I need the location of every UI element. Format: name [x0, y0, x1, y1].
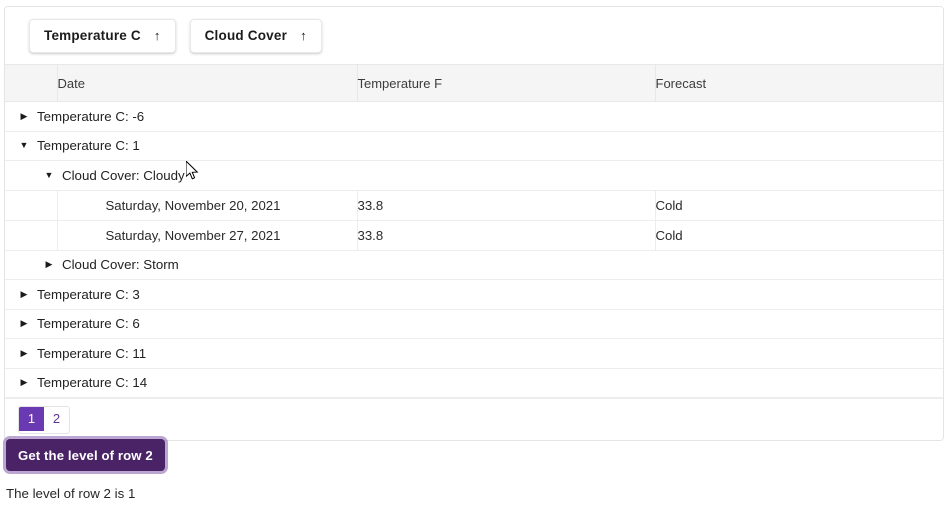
- group-cell: ▶ Temperature C: 3: [5, 279, 943, 310]
- column-header-forecast: Forecast: [655, 64, 943, 102]
- group-cell: ▶ Temperature C: 6: [5, 309, 943, 339]
- triangle-right-icon[interactable]: ▶: [13, 319, 35, 328]
- table-row[interactable]: Saturday, November 20, 2021 33.8 Cold: [5, 190, 943, 221]
- group-cell: ▶ Cloud Cover: Storm: [5, 250, 943, 280]
- arrow-up-icon: ↑: [153, 28, 161, 43]
- group-label: Cloud Cover: Storm: [62, 257, 179, 273]
- cell-temperature-f: 33.8: [357, 190, 656, 221]
- group-label: Cloud Cover: Cloudy: [62, 167, 185, 183]
- group-cell: ▼ Temperature C: 1: [5, 131, 943, 161]
- triangle-right-icon[interactable]: ▶: [38, 260, 60, 269]
- row-expander-cell: [5, 220, 58, 251]
- header-row: Date Temperature F Forecast: [5, 64, 943, 102]
- group-label: Temperature C: 14: [37, 375, 148, 391]
- grid-header: Date Temperature F Forecast: [5, 64, 943, 102]
- sort-button-label: Cloud Cover: [204, 28, 288, 43]
- cell-date: Saturday, November 27, 2021: [57, 220, 358, 251]
- group-row[interactable]: ▶ Temperature C: 11: [5, 338, 943, 369]
- row-expander-cell: [5, 190, 58, 221]
- triangle-right-icon[interactable]: ▶: [13, 289, 35, 299]
- sort-toolbar: Temperature C ↑ Cloud Cover ↑: [5, 7, 943, 64]
- get-level-of-row-2-button[interactable]: Get the level of row 2: [6, 439, 165, 471]
- group-cell: ▶ Temperature C: 11: [5, 338, 943, 369]
- group-label: Temperature C: 6: [37, 316, 140, 332]
- page-button-1[interactable]: 1: [19, 406, 44, 431]
- group-label: Temperature C: 1: [37, 138, 140, 154]
- triangle-right-icon[interactable]: ▶: [13, 111, 35, 121]
- table-row[interactable]: Saturday, November 27, 2021 33.8 Cold: [5, 220, 943, 251]
- weather-grid: Date Temperature F Forecast ▶ Temperatur…: [5, 64, 943, 398]
- row-level-status-text: The level of row 2 is 1: [6, 486, 136, 501]
- column-header-date: Date: [57, 64, 358, 102]
- cell-date: Saturday, November 20, 2021: [57, 190, 358, 221]
- sort-button-label: Temperature C: [44, 28, 141, 43]
- triangle-down-icon[interactable]: ▼: [13, 141, 35, 150]
- cell-temperature-f: 33.8: [357, 220, 656, 251]
- group-cell: ▶ Temperature C: -6: [5, 101, 943, 132]
- paginator: 1 2: [5, 398, 943, 440]
- group-row[interactable]: ▼ Temperature C: 1: [5, 131, 943, 161]
- grid-body: ▶ Temperature C: -6 ▼ Temperature C: 1 ▼: [5, 101, 943, 398]
- group-row[interactable]: ▶ Temperature C: 3: [5, 279, 943, 310]
- triangle-right-icon[interactable]: ▶: [13, 378, 35, 387]
- sort-button-cloud-cover[interactable]: Cloud Cover ↑: [189, 18, 322, 53]
- cell-date-text: Saturday, November 20, 2021: [105, 197, 281, 213]
- group-label: Temperature C: 3: [37, 286, 140, 302]
- page-button-2[interactable]: 2: [44, 406, 69, 431]
- group-row[interactable]: ▶ Temperature C: 6: [5, 309, 943, 339]
- group-row[interactable]: ▼ Cloud Cover: Cloudy: [5, 160, 943, 191]
- arrow-up-icon: ↑: [300, 28, 307, 43]
- cell-forecast: Cold: [655, 220, 943, 251]
- column-header-expander: [5, 64, 58, 102]
- cell-date-text: Saturday, November 27, 2021: [105, 227, 281, 243]
- group-cell: ▼ Cloud Cover: Cloudy: [5, 160, 943, 191]
- column-header-temperature-f: Temperature F: [357, 64, 656, 102]
- group-cell: ▶ Temperature C: 14: [5, 368, 943, 398]
- group-row[interactable]: ▶ Temperature C: 14: [5, 368, 943, 398]
- group-row[interactable]: ▶ Cloud Cover: Storm: [5, 250, 943, 280]
- group-label: Temperature C: -6: [37, 108, 145, 124]
- triangle-right-icon[interactable]: ▶: [13, 348, 35, 358]
- sort-button-temperature-c[interactable]: Temperature C ↑: [29, 18, 176, 53]
- data-table-card: Temperature C ↑ Cloud Cover ↑ Date Tempe…: [4, 6, 944, 441]
- group-row[interactable]: ▶ Temperature C: -6: [5, 101, 943, 132]
- cell-forecast: Cold: [655, 190, 943, 221]
- triangle-down-icon[interactable]: ▼: [38, 170, 60, 180]
- group-label: Temperature C: 11: [37, 345, 147, 361]
- page-button-group: 1 2: [18, 405, 70, 434]
